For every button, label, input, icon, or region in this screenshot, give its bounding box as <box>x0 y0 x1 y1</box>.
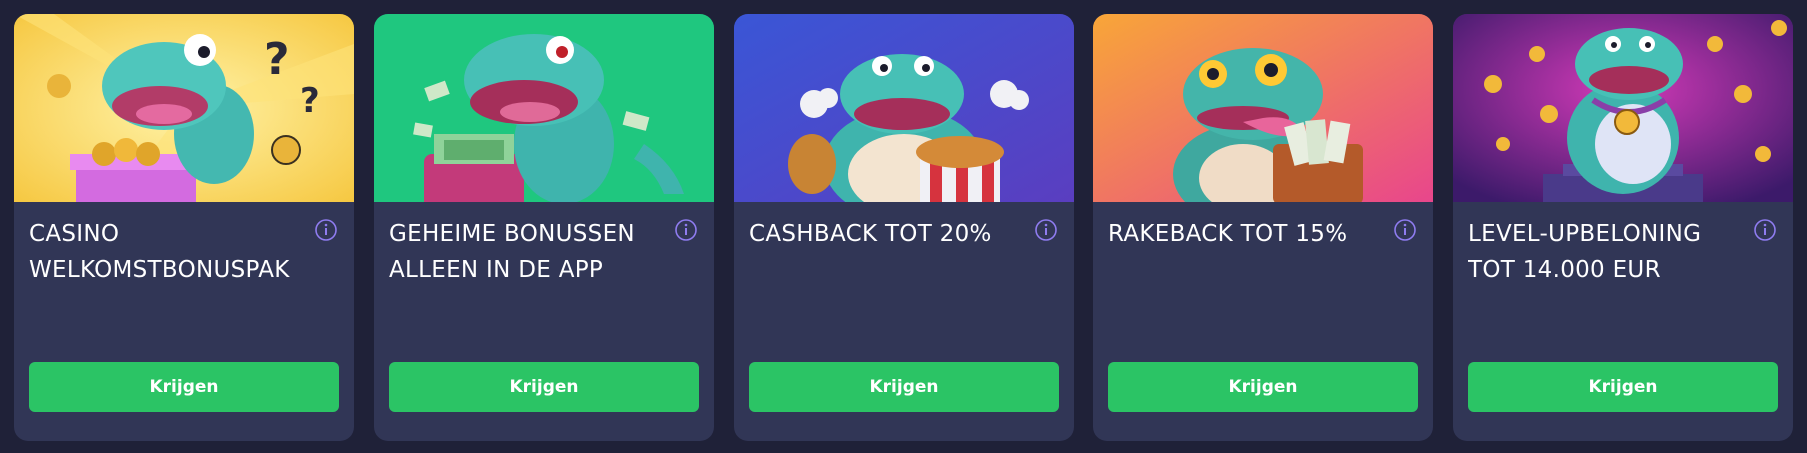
claim-button[interactable]: Krijgen <box>1108 362 1418 412</box>
dinosaur-wallet-illustration <box>374 14 714 202</box>
info-icon[interactable] <box>1393 218 1417 242</box>
claim-button[interactable]: Krijgen <box>749 362 1059 412</box>
dinosaur-chicken-illustration <box>734 14 1074 202</box>
promo-card-app-bonuses[interactable]: GEHEIME BONUSSEN ALLEEN IN DE APP Krijge… <box>374 14 714 441</box>
promo-title: CASHBACK TOT 20% <box>749 221 992 247</box>
claim-button[interactable]: Krijgen <box>29 362 339 412</box>
claim-button[interactable]: Krijgen <box>1468 362 1778 412</box>
promo-card-cashback[interactable]: CASHBACK TOT 20% Krijgen <box>734 14 1074 441</box>
promo-title: RAKEBACK TOT 15% <box>1108 221 1348 247</box>
svg-text:?: ? <box>300 81 320 121</box>
promo-card-level-up[interactable]: LEVEL-UPBELONING TOT 14.000 EUR Krijgen <box>1453 14 1793 441</box>
claim-button[interactable]: Krijgen <box>389 362 699 412</box>
promo-title: LEVEL-UPBELONING TOT 14.000 EUR <box>1468 221 1702 283</box>
promo-card-rakeback[interactable]: RAKEBACK TOT 15% Krijgen <box>1093 14 1433 441</box>
info-icon[interactable] <box>1034 218 1058 242</box>
svg-text:?: ? <box>264 34 290 85</box>
info-icon[interactable] <box>674 218 698 242</box>
dinosaur-medal-illustration <box>1453 14 1793 202</box>
info-icon[interactable] <box>1753 218 1777 242</box>
promo-title: CASINO WELKOMSTBONUSPAK <box>29 221 290 283</box>
promo-title: GEHEIME BONUSSEN ALLEEN IN DE APP <box>389 221 635 283</box>
dinosaur-cash-bag-illustration <box>1093 14 1433 202</box>
info-icon[interactable] <box>314 218 338 242</box>
promotions-row: ? ? CASINO WELKOMSTBONUSPAK Krijgen GEHE… <box>0 0 1807 453</box>
dinosaur-treasure-illustration: ? ? <box>14 14 354 202</box>
promo-card-welcome-bonus[interactable]: ? ? CASINO WELKOMSTBONUSPAK Krijgen <box>14 14 354 441</box>
